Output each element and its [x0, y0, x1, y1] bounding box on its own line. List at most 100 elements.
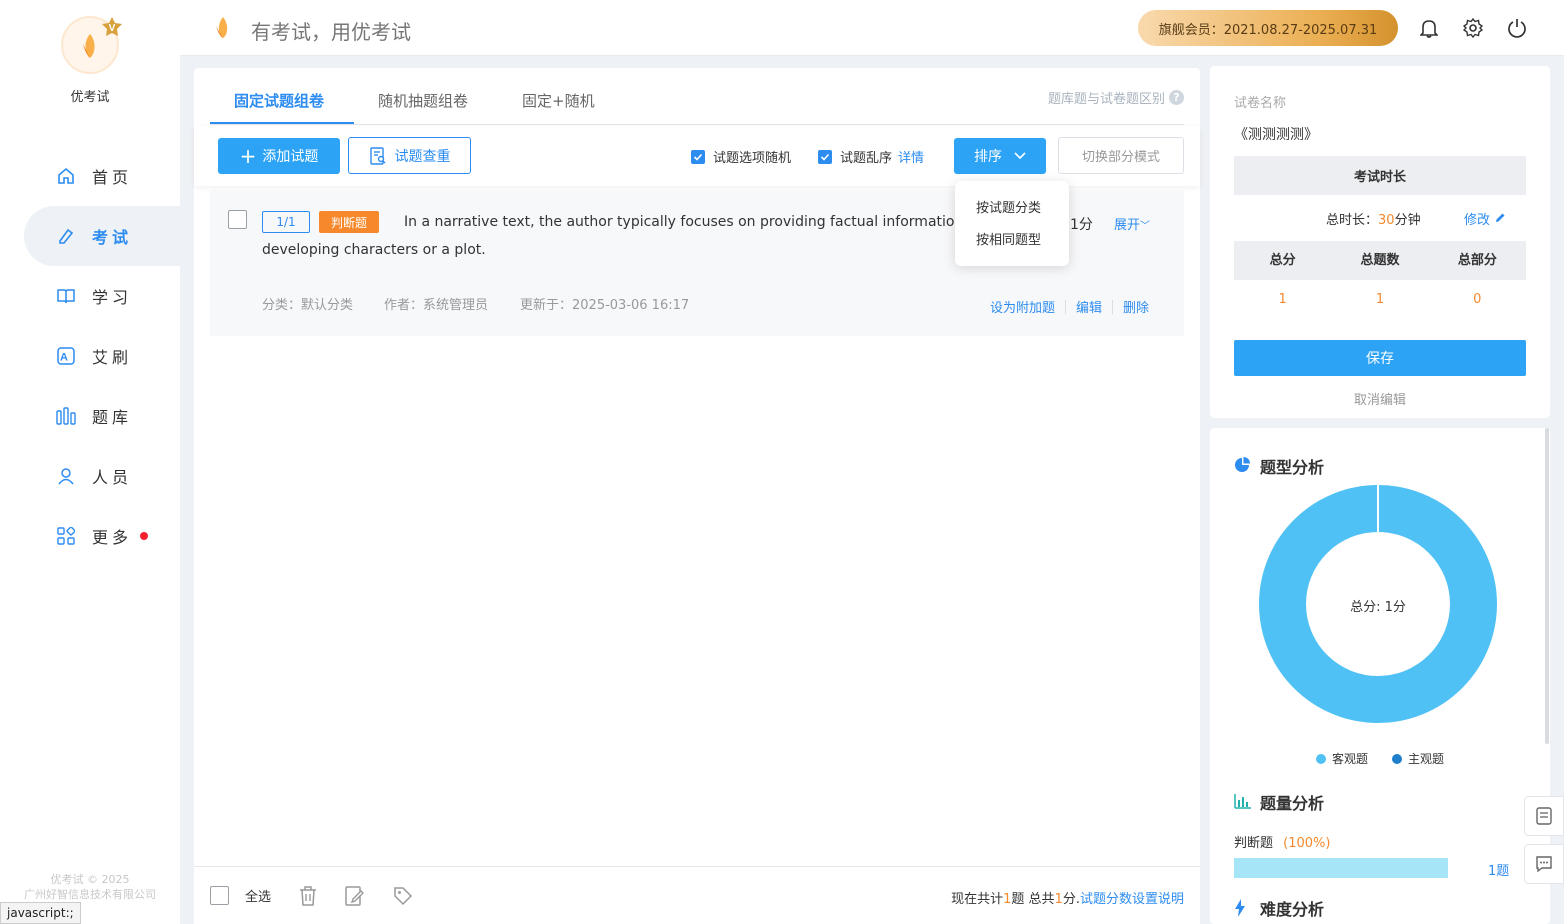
company-name: 广州好智信息技术有限公司	[24, 888, 156, 901]
set-extra-button[interactable]: 设为附加题	[990, 297, 1055, 316]
total-parts-value: 0	[1473, 292, 1482, 307]
total-parts-header: 总部分	[1457, 253, 1497, 268]
tab-random[interactable]: 随机抽题组卷	[378, 90, 468, 111]
nav-item-more[interactable]: 更多	[24, 506, 180, 566]
switch-part-mode-button[interactable]: 切换部分模式	[1058, 137, 1184, 174]
nav-item-aishua[interactable]: A 艾刷	[24, 326, 180, 386]
question-actions: 设为附加题 编辑 删除	[990, 297, 1149, 316]
checkbox-checked-icon	[691, 149, 705, 164]
nav-item-exam[interactable]: 考试	[24, 206, 180, 266]
total-questions-header: 总题数	[1360, 253, 1400, 268]
legend-label: 客观题	[1331, 752, 1368, 766]
active-tab-indicator	[210, 122, 354, 124]
sidebar: V 优考试 首页 考试 学习 A 艾刷 题库 人员 更多 优考试 © 2025 …	[0, 0, 180, 924]
difficulty-analysis-label: 难度分析	[1260, 900, 1325, 919]
cancel-edit-link[interactable]: 取消编辑	[1234, 389, 1526, 408]
nav-item-users[interactable]: 人员	[24, 446, 180, 506]
tag-icon[interactable]	[392, 885, 414, 907]
difference-link[interactable]: 题库题与试卷题区别 ?	[1048, 88, 1184, 107]
home-icon	[56, 166, 76, 186]
legend-objective[interactable]: 客观题	[1315, 750, 1368, 767]
tab-fixed-random[interactable]: 固定+随机	[522, 90, 595, 111]
nav-item-home[interactable]: 首页	[24, 146, 180, 206]
vip-badge-icon: V	[102, 17, 122, 36]
document-search-icon	[369, 146, 385, 165]
plus-icon: +	[239, 144, 257, 168]
sort-button[interactable]: 排序	[954, 138, 1046, 174]
sort-by-category-option[interactable]: 按试题分类	[955, 197, 1069, 229]
quantity-analysis-label: 题量分析	[1260, 794, 1325, 813]
expand-link[interactable]: 展开﹀	[1114, 214, 1150, 233]
quantity-type: 判断题	[1234, 836, 1274, 851]
duration-value: 30	[1378, 213, 1395, 228]
nav-item-label: 考试	[92, 228, 133, 247]
duration-title: 考试时长	[1234, 156, 1526, 195]
nav-item-label: 学习	[92, 288, 133, 307]
gear-icon[interactable]	[1461, 16, 1485, 40]
membership-badge[interactable]: 旗舰会员：2021.08.27-2025.07.31	[1138, 10, 1398, 46]
bell-icon[interactable]	[1417, 16, 1441, 40]
notification-dot	[140, 532, 149, 540]
detail-link[interactable]: 详情	[898, 147, 924, 166]
legend-label: 主观题	[1408, 752, 1445, 766]
modify-duration-link[interactable]: 修改	[1464, 209, 1506, 228]
quantity-bar-fill	[1234, 858, 1448, 878]
chevron-down-icon: ﹀	[1140, 221, 1151, 232]
chevron-down-icon	[1014, 152, 1026, 160]
difference-link-label: 题库题与试卷题区别	[1047, 92, 1165, 107]
trash-icon[interactable]	[298, 885, 320, 907]
sort-label: 排序	[974, 149, 1002, 165]
summary-text: 分.	[1062, 892, 1080, 907]
score-values-row: 1 1 0	[1234, 292, 1526, 307]
score-header-row: 总分 总题数 总部分	[1234, 241, 1526, 280]
chart-legend: 客观题 主观题	[1210, 750, 1550, 767]
pencil-icon	[1496, 213, 1505, 222]
quantity-count: 1题	[1488, 864, 1510, 879]
main-nav: 首页 考试 学习 A 艾刷 题库 人员 更多	[24, 146, 180, 566]
add-question-label: 添加试题	[262, 149, 319, 165]
nav-item-study[interactable]: 学习	[24, 266, 180, 326]
shuffle-checkbox[interactable]: 试题乱序 详情	[818, 147, 924, 166]
nav-item-label: 题库	[92, 408, 133, 427]
modify-label: 修改	[1464, 213, 1491, 228]
sort-by-type-option[interactable]: 按相同题型	[955, 229, 1069, 261]
power-icon[interactable]	[1505, 16, 1529, 40]
chat-float-button[interactable]	[1524, 844, 1564, 884]
difficulty-analysis-title: 难度分析	[1234, 896, 1324, 920]
duplicate-check-button[interactable]: 试题查重	[348, 137, 471, 174]
option-random-checkbox[interactable]: 试题选项随机	[691, 147, 791, 166]
toolbar: + 添加试题 试题查重 试题选项随机 试题乱序 详情 排序 切换部分模式	[194, 126, 1200, 186]
duration-unit: 分钟	[1394, 213, 1421, 228]
document-icon	[1536, 807, 1552, 825]
bar-chart-icon	[1234, 793, 1252, 811]
delete-button[interactable]: 删除	[1123, 297, 1149, 316]
duration-prefix: 总时长：	[1326, 213, 1379, 228]
question-summary: 现在共计1题 总共1分.试题分数设置说明	[951, 888, 1184, 907]
panel-scrollbar[interactable]	[1545, 428, 1549, 744]
chat-icon	[1536, 856, 1552, 873]
bottom-bar: 全选 现在共计1题 总共1分.试题分数设置说明	[194, 866, 1200, 924]
edit-button[interactable]: 编辑	[1076, 297, 1102, 316]
summary-text: 现在共计	[951, 892, 1004, 907]
question-type-badge: 判断题	[319, 211, 379, 233]
total-score-value: 1	[1278, 292, 1287, 307]
sort-dropdown-menu: 按试题分类 按相同题型	[955, 181, 1069, 266]
tab-fixed[interactable]: 固定试题组卷	[234, 90, 324, 111]
save-button[interactable]: 保存	[1234, 340, 1526, 376]
shuffle-label: 试题乱序	[840, 151, 893, 166]
select-all-label: 全选	[245, 890, 272, 905]
paper-info-panel: 试卷名称 《测测测测》 考试时长 总时长：30分钟 修改 总分 总题数 总部分 …	[1210, 66, 1550, 418]
compose-tabs: 固定试题组卷 随机抽题组卷 固定+随机 题库题与试卷题区别 ?	[210, 68, 1184, 125]
leaf-logo-icon	[216, 17, 228, 38]
nav-item-question-bank[interactable]: 题库	[24, 386, 180, 446]
legend-subjective[interactable]: 主观题	[1392, 750, 1444, 767]
score-explain-link[interactable]: 试题分数设置说明	[1080, 892, 1184, 907]
paper-name-label: 试卷名称	[1234, 96, 1287, 111]
add-question-button[interactable]: + 添加试题	[218, 138, 340, 174]
question-select-checkbox[interactable]	[228, 210, 247, 229]
notes-float-button[interactable]	[1524, 796, 1564, 836]
nav-item-label: 艾刷	[92, 348, 133, 367]
batch-edit-icon[interactable]	[344, 885, 366, 907]
lightning-icon	[1234, 899, 1252, 917]
select-all-checkbox[interactable]: 全选	[210, 886, 271, 905]
